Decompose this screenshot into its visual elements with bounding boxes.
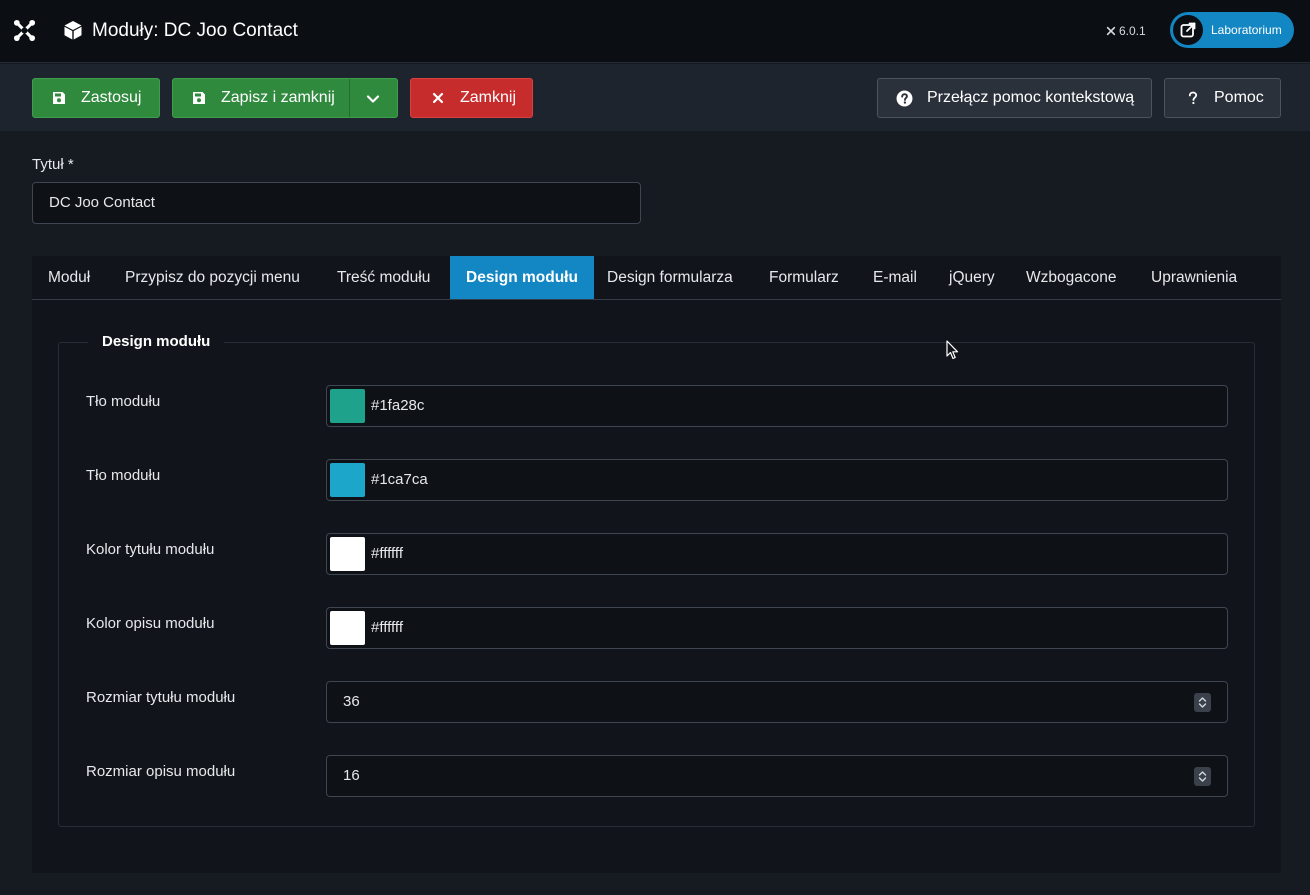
field-label-desc-size: Rozmiar opisu modułu [86, 763, 236, 780]
color-swatch[interactable] [330, 611, 365, 645]
color-swatch[interactable] [330, 463, 365, 497]
save-icon [53, 92, 65, 104]
number-input-title-size[interactable]: 36 [326, 681, 1228, 723]
tab-bar: Moduł Przypisz do pozycji menu Treść mod… [32, 256, 1281, 300]
chevron-down-icon[interactable] [366, 92, 380, 106]
tab-form[interactable]: Formularz [753, 256, 855, 299]
save-close-label: Zapisz i zamknij [221, 89, 335, 106]
version-number: 6.0.1 [1119, 24, 1146, 38]
question-circle-icon [896, 90, 913, 106]
color-input-desc-color[interactable]: #ffffff [326, 607, 1228, 649]
tab-module-content[interactable]: Treść modułu [321, 256, 446, 299]
cube-icon [64, 21, 82, 40]
tab-permissions[interactable]: Uprawnienia [1135, 256, 1253, 299]
field-label-module-bg: Tło modułu [86, 393, 161, 410]
color-value: #1ca7ca [371, 471, 428, 488]
context-help-button[interactable]: Przełącz pomoc kontekstową [877, 78, 1152, 118]
tab-module[interactable]: Moduł [32, 256, 106, 299]
mouse-cursor-icon [946, 340, 959, 360]
context-help-label: Przełącz pomoc kontekstową [927, 89, 1135, 106]
page-title: Moduły: DC Joo Contact [92, 20, 298, 41]
spinner-arrows-icon[interactable] [1194, 693, 1211, 712]
joomla-small-icon [1106, 26, 1116, 36]
color-value: #1fa28c [371, 397, 425, 414]
tab-email[interactable]: E-mail [857, 256, 933, 299]
header-bar: Moduły: DC Joo Contact 6.0.1 Laboratoriu… [0, 0, 1310, 63]
color-swatch[interactable] [330, 537, 365, 571]
color-value: #ffffff [371, 545, 403, 562]
color-input-module-bg[interactable]: #1fa28c [326, 385, 1228, 427]
help-button[interactable]: Pomoc [1164, 78, 1281, 118]
apply-label: Zastosuj [81, 89, 142, 106]
spinner-arrows-icon[interactable] [1194, 767, 1211, 786]
color-swatch[interactable] [330, 389, 365, 423]
question-icon [1188, 91, 1198, 105]
apply-button[interactable]: Zastosuj [32, 78, 160, 118]
toolbar: Zastosuj Zapisz i zamknij Zamknij Przełą… [0, 64, 1310, 131]
title-input[interactable]: DC Joo Contact [32, 182, 641, 224]
site-link-button[interactable]: Laboratorium [1170, 12, 1294, 48]
split-divider [349, 79, 350, 117]
field-label-desc-color: Kolor opisu modułu [86, 615, 215, 632]
color-value: #ffffff [371, 619, 403, 636]
field-label-title-size: Rozmiar tytułu modułu [86, 689, 236, 706]
title-field-label: Tytuł * [32, 156, 74, 173]
external-link-icon-wrap [1173, 15, 1203, 45]
save-icon [193, 92, 205, 104]
close-label: Zamknij [460, 89, 517, 106]
tab-module-design[interactable]: Design modułu [450, 256, 594, 299]
number-input-desc-size[interactable]: 16 [326, 755, 1228, 797]
field-label-module-bg-2: Tło modułu [86, 467, 161, 484]
tab-menu-assignment[interactable]: Przypisz do pozycji menu [109, 256, 316, 299]
site-link-label: Laboratorium [1211, 23, 1282, 37]
close-button[interactable]: Zamknij [410, 78, 533, 118]
help-label: Pomoc [1214, 89, 1264, 106]
close-icon [432, 92, 444, 104]
external-link-icon [1180, 22, 1196, 38]
version-label: 6.0.1 [1106, 24, 1146, 38]
field-label-title-color: Kolor tytułu modułu [86, 541, 215, 558]
fieldset-legend: Design modułu [88, 332, 225, 352]
save-close-button[interactable]: Zapisz i zamknij [172, 78, 398, 118]
color-input-module-bg-2[interactable]: #1ca7ca [326, 459, 1228, 501]
tab-enhanced[interactable]: Wzbogacone [1010, 256, 1132, 299]
color-input-title-color[interactable]: #ffffff [326, 533, 1228, 575]
tab-jquery[interactable]: jQuery [933, 256, 1011, 299]
joomla-logo-icon[interactable] [13, 19, 36, 42]
number-value: 36 [343, 693, 360, 710]
tab-form-design[interactable]: Design formularza [591, 256, 749, 299]
number-value: 16 [343, 767, 360, 784]
